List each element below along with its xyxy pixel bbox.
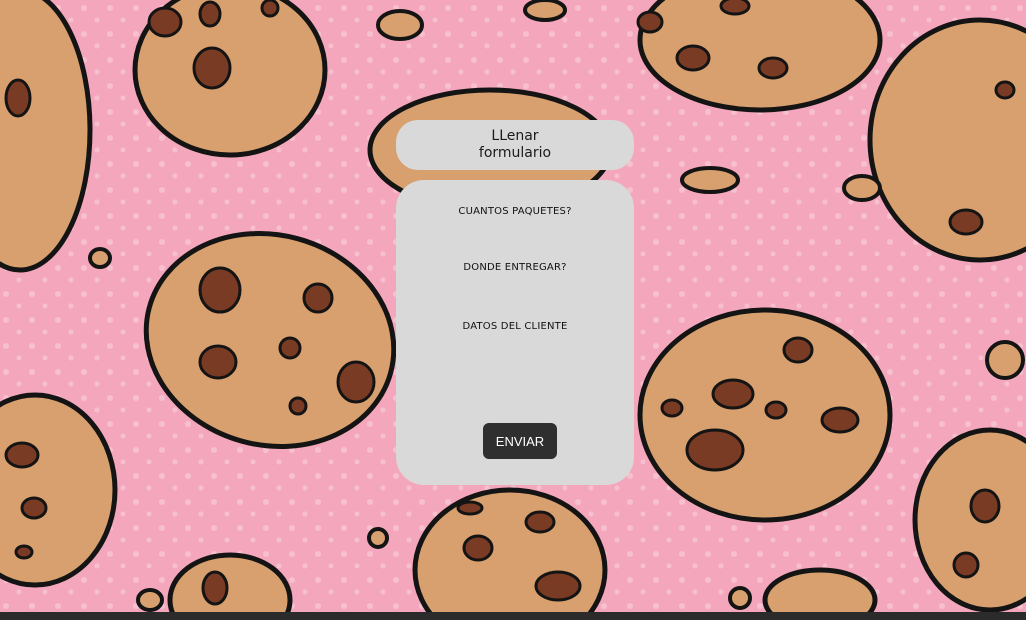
form-title: LLenar formulario xyxy=(478,128,552,161)
delivery-field-label[interactable]: DONDE ENTREGAR? xyxy=(396,262,634,273)
bottom-bar xyxy=(0,612,1026,620)
client-data-field-label[interactable]: DATOS DEL CLIENTE xyxy=(396,321,634,332)
send-button[interactable]: ENVIAR xyxy=(483,423,557,459)
order-form: CUANTOS PAQUETES? DONDE ENTREGAR? DATOS … xyxy=(396,180,634,485)
packages-field-label[interactable]: CUANTOS PAQUETES? xyxy=(396,206,634,217)
form-title-card: LLenar formulario xyxy=(396,120,634,170)
